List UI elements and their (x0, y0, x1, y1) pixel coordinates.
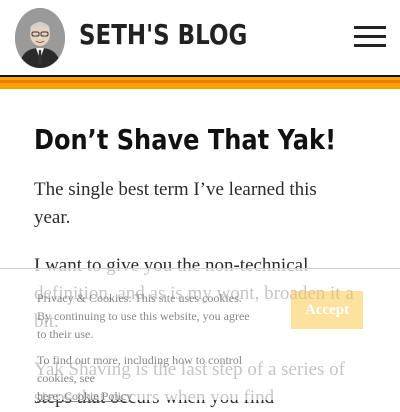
cookie-notice-line: To find out more, including how to contr… (37, 353, 243, 385)
menu-bar (354, 44, 386, 47)
post-title[interactable]: Don’t Shave That Yak! (34, 120, 336, 160)
cookie-notice-line: By continuing to use this website, you a… (37, 309, 250, 323)
person-photo-icon (15, 8, 65, 68)
cookie-notice-line: Privacy & Cookies: This site uses cookie… (37, 291, 242, 305)
post-paragraph: The single best term I’ve learned this y… (34, 179, 317, 228)
author-avatar[interactable] (15, 8, 65, 68)
cookie-consent-banner: Privacy & Cookies: This site uses cookie… (0, 268, 400, 403)
cookie-policy-link[interactable]: here: Cookie Policy (37, 389, 132, 403)
hamburger-menu-icon[interactable] (354, 26, 386, 48)
menu-bar (354, 26, 386, 29)
header-accent-stripe (0, 77, 400, 89)
site-header: SETH'S BLOG (0, 0, 400, 75)
post-header: Don’t Shave That Yak! (34, 120, 374, 160)
site-title[interactable]: SETH'S BLOG (79, 17, 247, 53)
cookie-notice-text: Privacy & Cookies: This site uses cookie… (37, 289, 282, 405)
accept-cookies-button[interactable]: Accept (291, 291, 363, 329)
cookie-notice-line: to their use. (37, 327, 94, 341)
menu-bar (354, 35, 386, 38)
